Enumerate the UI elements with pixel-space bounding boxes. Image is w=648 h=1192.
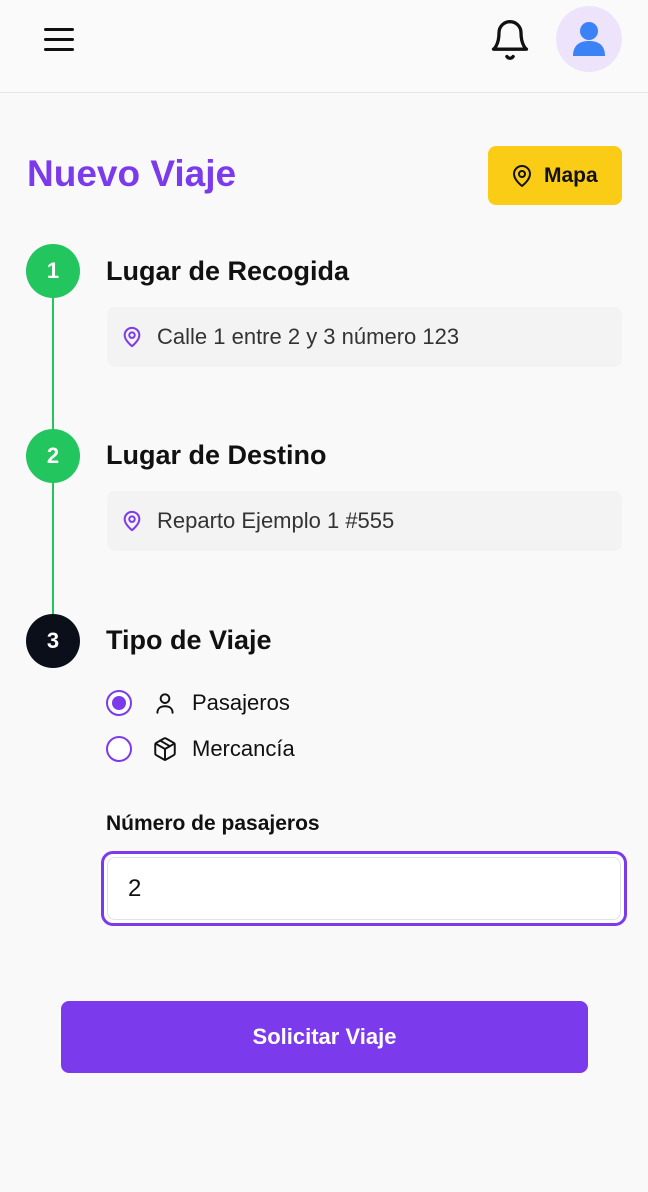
person-icon — [156, 693, 174, 714]
passengers-count-value[interactable]: 2 — [107, 857, 621, 920]
trip-type-option-passengers[interactable]: Pasajeros — [106, 690, 290, 716]
top-app-bar — [0, 0, 648, 93]
user-avatar-icon[interactable] — [556, 6, 622, 72]
pickup-location-field[interactable]: Calle 1 entre 2 y 3 número 123 — [107, 307, 622, 367]
step-3-indicator: 3 — [26, 614, 80, 668]
package-icon — [154, 737, 176, 761]
passengers-option-label: Pasajeros — [192, 690, 290, 715]
step-1-title: Lugar de Recogida — [106, 256, 350, 286]
step-1-indicator: 1 — [26, 244, 80, 298]
bell-icon[interactable] — [488, 18, 532, 62]
trip-type-option-cargo[interactable]: Mercancía — [106, 736, 295, 762]
step-2-indicator: 2 — [26, 429, 80, 483]
timeline-connector — [52, 297, 54, 430]
timeline-connector — [52, 482, 54, 615]
request-trip-button[interactable]: Solicitar Viaje — [61, 1001, 588, 1073]
hamburger-menu-icon[interactable] — [40, 22, 80, 58]
pickup-location-value: Calle 1 entre 2 y 3 número 123 — [157, 324, 460, 349]
step-2-title: Lugar de Destino — [106, 440, 327, 470]
map-pin-icon — [513, 164, 531, 187]
step-3-title: Tipo de Viaje — [106, 625, 272, 655]
map-pin-icon — [123, 510, 141, 532]
passengers-count-label: Número de pasajeros — [106, 812, 320, 835]
cargo-option-label: Mercancía — [192, 736, 295, 761]
passengers-radio[interactable] — [106, 690, 132, 716]
destination-location-value: Reparto Ejemplo 1 #555 — [157, 508, 395, 533]
destination-location-field[interactable]: Reparto Ejemplo 1 #555 — [107, 491, 622, 551]
map-button[interactable]: Mapa — [488, 146, 622, 205]
page-title: Nuevo Viaje — [27, 153, 237, 194]
map-pin-icon — [123, 326, 141, 348]
cargo-radio[interactable] — [106, 736, 132, 762]
passengers-count-input[interactable]: 2 — [101, 851, 627, 926]
map-button-label: Mapa — [544, 163, 598, 187]
